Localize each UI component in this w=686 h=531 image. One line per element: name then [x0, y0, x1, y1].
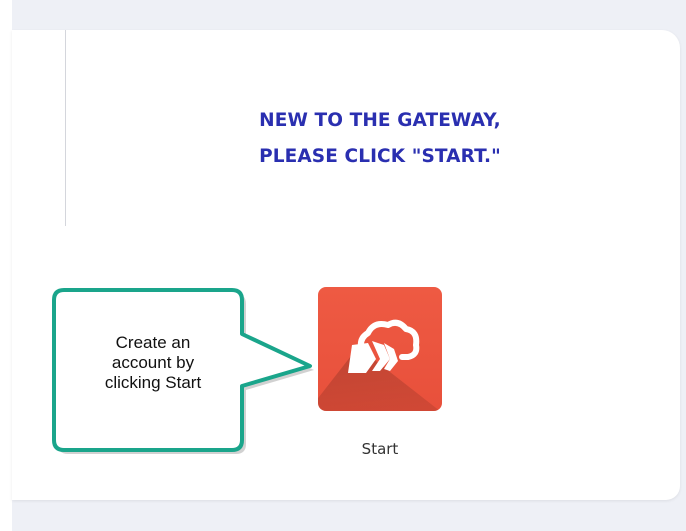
page-heading: NEW TO THE GATEWAY, PLEASE CLICK "START.… — [160, 103, 600, 175]
heading-line-1: NEW TO THE GATEWAY, — [259, 110, 501, 131]
callout-line-1: Create an — [115, 333, 191, 352]
cloud-forward-icon — [348, 319, 420, 373]
left-edge-band — [0, 0, 12, 531]
start-button[interactable] — [318, 287, 442, 411]
callout-line-3: clicking Start — [104, 373, 202, 392]
page-stage: NEW TO THE GATEWAY, PLEASE CLICK "START.… — [0, 0, 686, 531]
heading-line-2: PLEASE CLICK "START." — [259, 146, 501, 167]
callout-text: Create an account by clicking Start — [64, 333, 242, 393]
callout-line-2: account by — [111, 353, 195, 372]
vertical-divider — [65, 30, 66, 226]
start-label[interactable]: Start — [330, 440, 430, 458]
